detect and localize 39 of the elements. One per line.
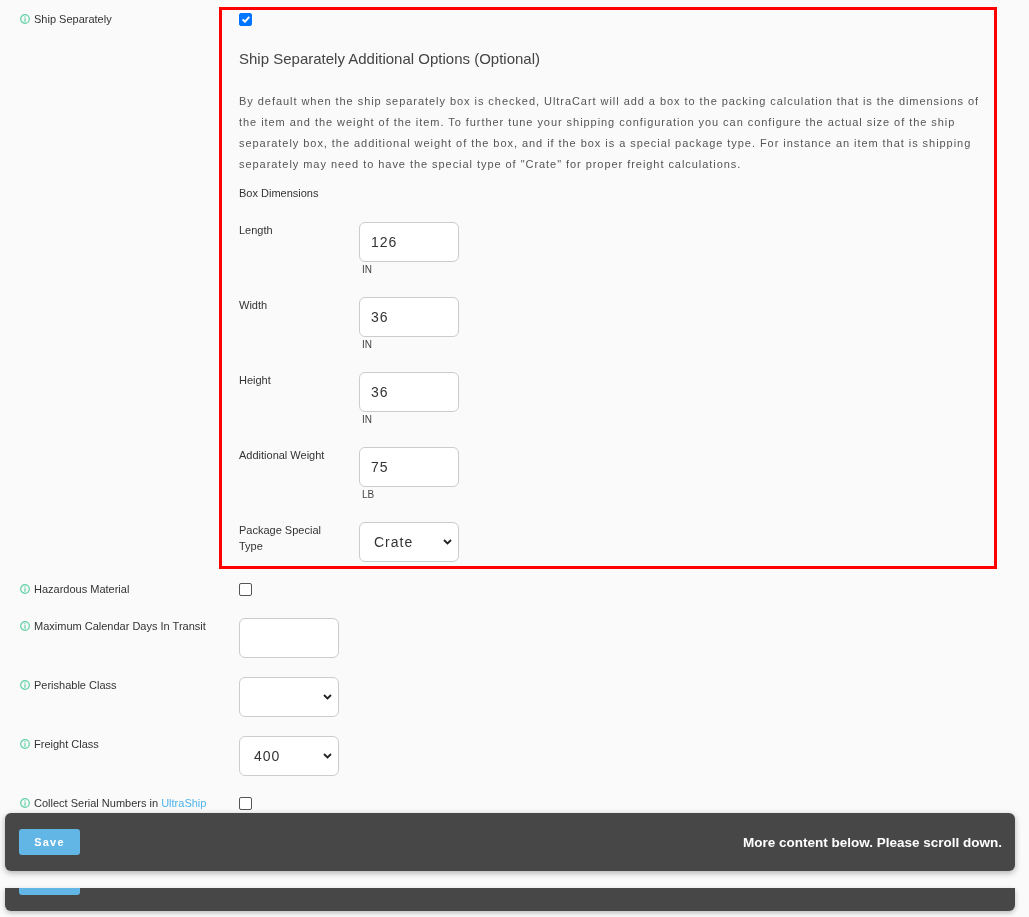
field-label: Package Special Type — [239, 523, 322, 554]
text-field[interactable]: 126 — [359, 222, 459, 262]
text-field[interactable] — [239, 618, 339, 658]
checkbox[interactable] — [239, 13, 252, 26]
field-label: Perishable Class — [34, 678, 117, 693]
unit-label: IN — [361, 264, 373, 276]
section-label: Box Dimensions — [239, 186, 320, 201]
checkmark-icon — [241, 16, 250, 23]
info-icon — [20, 14, 30, 24]
field-label: Additional Weight — [239, 448, 326, 463]
dropdown[interactable]: 400 — [239, 736, 339, 776]
unit-label: IN — [361, 339, 373, 351]
field-label: Hazardous Material — [34, 582, 130, 597]
info-icon — [20, 798, 30, 808]
checkbox[interactable] — [239, 797, 252, 810]
checkbox[interactable] — [239, 583, 252, 596]
field-label: Height — [239, 373, 272, 388]
text-field[interactable]: 36 — [359, 297, 459, 337]
panel-description: By default when the ship separately box is checked, UltraCart will add a box to the packing calculation that is the dimensions of the item and the weight of the item. To further tune your shipping configuration you can configure the actual size of the ship separately box, the additional weight of the box, and if the box is a special package type. For instance an item that is shipping separately may need to have the special type of "Crate" for proper freight calculations. — [239, 94, 981, 172]
text-field[interactable]: 75 — [359, 447, 459, 487]
chevron-down-icon — [323, 694, 332, 700]
unit-label: LB — [361, 489, 376, 501]
chevron-down-icon — [443, 539, 452, 545]
field-label: Maximum Calendar Days In Transit — [34, 619, 206, 634]
field-label: Ship Separately — [34, 12, 112, 27]
info-icon — [20, 680, 30, 690]
field-label: Collect Serial Numbers in UltraShip — [34, 796, 207, 811]
field-label: Freight Class — [34, 737, 99, 752]
dropdown[interactable]: Crate — [359, 522, 459, 562]
text-field[interactable]: 36 — [359, 372, 459, 412]
chevron-down-icon — [323, 753, 332, 759]
field-label: Width — [239, 298, 269, 313]
field-label: Length — [239, 223, 274, 238]
info-icon — [20, 621, 30, 631]
panel-title: Ship Separately Additional Options (Optional) — [239, 49, 541, 69]
scroll-hint: More content below. Please scroll down. — [742, 834, 1002, 850]
info-icon — [20, 584, 30, 594]
info-icon — [20, 739, 30, 749]
unit-label: IN — [361, 414, 373, 426]
